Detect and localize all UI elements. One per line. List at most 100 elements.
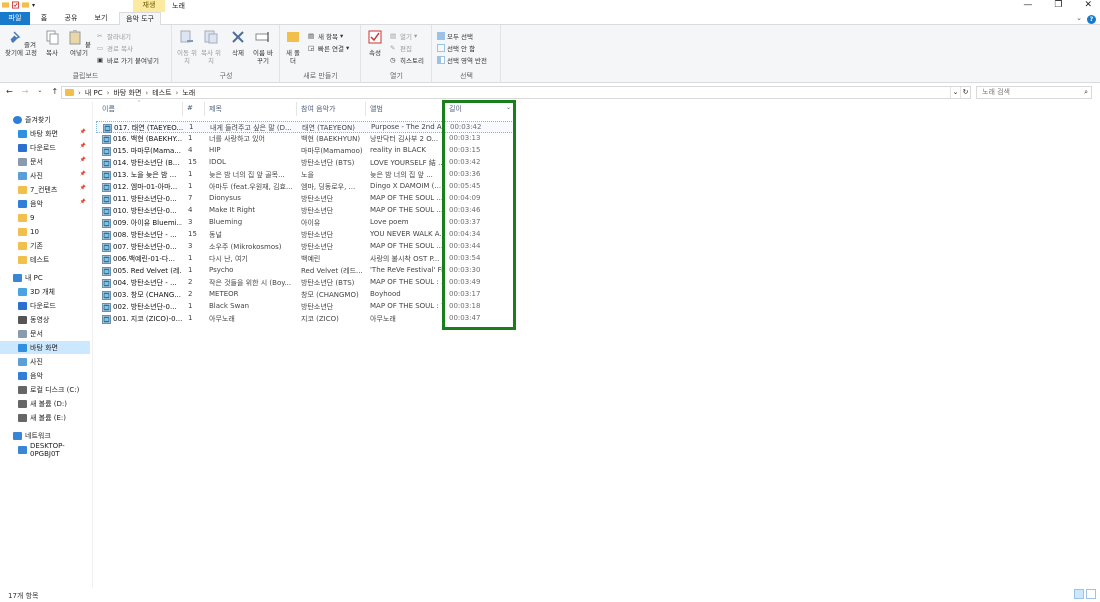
help-icon[interactable]: ? (1087, 15, 1096, 24)
sidebar-item[interactable]: 바탕 화면 📌 (0, 127, 90, 140)
sidebar-item[interactable]: 즐겨찾기 (0, 113, 90, 126)
sidebar-item[interactable]: 7_컨텐츠 📌 (0, 183, 90, 196)
column-divider[interactable] (204, 102, 205, 116)
breadcrumb-desktop[interactable]: 바탕 화면 (113, 88, 141, 98)
column-divider[interactable] (182, 102, 183, 116)
table-row[interactable]: 001. 지코 (ZICO)-0... 1 아무노래 지코 (ZICO) 아무노래 00:… (96, 313, 516, 325)
large-icons-view-icon[interactable] (1086, 589, 1096, 599)
select-none-button[interactable]: 선택 안 함 (437, 43, 475, 53)
recent-chevron-icon[interactable]: ⌄ (37, 87, 42, 96)
tab-file[interactable]: 파일 (0, 12, 30, 25)
sidebar-item[interactable]: 10 (0, 225, 90, 238)
sidebar-item[interactable]: 사진 (0, 355, 90, 368)
properties-icon[interactable] (12, 1, 19, 9)
tab-music-tools[interactable]: 음악 도구 (119, 12, 161, 25)
close-button[interactable]: ✕ (1084, 0, 1092, 11)
column-header-number[interactable]: # (187, 104, 193, 112)
properties-button[interactable]: 속성 (365, 29, 385, 57)
sidebar-item[interactable]: 문서 📌 (0, 155, 90, 168)
open-button[interactable]: ▤ 열기 ▾ (390, 31, 417, 41)
column-divider[interactable] (365, 102, 366, 116)
tab-view[interactable]: 보기 (90, 12, 112, 25)
sidebar-item[interactable]: 로컬 디스크 (C:) (0, 383, 90, 396)
column-divider[interactable] (296, 102, 297, 116)
customize-toolbar-icon[interactable]: ▾ (32, 2, 35, 9)
tab-home[interactable]: 홈 (36, 12, 52, 25)
table-row[interactable]: 017. 태연 (TAEYEO... 1 내게 들려주고 싶은 말 (D... 태연 … (96, 121, 516, 133)
sidebar-item[interactable]: 바탕 화면 (0, 341, 90, 354)
maximize-button[interactable]: ❐ (1054, 0, 1062, 11)
column-header-length[interactable]: 길이 (449, 104, 462, 114)
forward-arrow-icon[interactable]: → (22, 87, 29, 96)
sidebar-item[interactable]: 테스트 (0, 253, 90, 266)
table-row[interactable]: 008. 방탄소년단 - ... 15 동널 방탄소년단 YOU NEVER WALK … (96, 229, 516, 241)
copy-path-button[interactable]: ▭ 경로 복사 (97, 43, 133, 53)
table-row[interactable]: 015. 마마무(Mama... 4 HIP 마마무(Mamamoo) reality … (96, 145, 516, 157)
up-arrow-icon[interactable]: ↑ (51, 87, 58, 96)
move-to-button[interactable]: 이동 위치 (176, 29, 198, 65)
rename-button[interactable]: 이름 바꾸기 (251, 29, 275, 65)
details-view-icon[interactable] (1074, 589, 1084, 599)
breadcrumb-test[interactable]: 테스트 (152, 88, 171, 98)
table-row[interactable]: 010. 방탄소년단-0... 4 Make It Right 방탄소년단 MAP OF… (96, 205, 516, 217)
minimize-button[interactable]: — (1023, 0, 1032, 11)
history-button[interactable]: ◷ 히스토리 (390, 55, 424, 65)
table-row[interactable]: 013. 노을 늦은 밤 ... 1 늦은 밤 너의 집 앞 골목... 노을 늦은 밤… (96, 169, 516, 181)
sidebar-item[interactable]: 3D 개체 (0, 285, 90, 298)
sidebar-item[interactable]: 내 PC (0, 271, 90, 284)
column-dropdown-icon[interactable]: ⌄ (506, 104, 511, 111)
address-bar[interactable]: › 내 PC › 바탕 화면 › 테스트 › 노래 ⌄ ↻ (61, 86, 971, 99)
pane-divider[interactable] (92, 102, 93, 588)
sidebar-item[interactable]: 음악 📌 (0, 197, 90, 210)
table-row[interactable]: 012. 엠마-01-아마... 1 아마두 (feat.우원재, 김효... 엠마,… (96, 181, 516, 193)
sidebar-item[interactable]: 다운로드 (0, 299, 90, 312)
back-arrow-icon[interactable]: ← (6, 87, 13, 96)
ribbon-expand-icon[interactable]: ⌄ (1076, 14, 1082, 22)
copy-button[interactable]: 복사 (42, 29, 62, 57)
table-row[interactable]: 002. 방탄소년단-0... 1 Black Swan 방탄소년단 MAP OF TH… (96, 301, 516, 313)
sidebar-item[interactable]: DESKTOP-0PGBJ0T (0, 442, 90, 458)
sidebar-item[interactable]: 기존 (0, 239, 90, 252)
sidebar-item[interactable]: 네트워크 (0, 429, 90, 442)
table-row[interactable]: 004. 방탄소년단 - ... 2 작은 것들을 위한 시 (Boy... 방탄소년… (96, 277, 516, 289)
table-row[interactable]: 005. Red Velvet (레... 1 Psycho Red Velvet (… (96, 265, 516, 277)
column-header-title[interactable]: 제목 (209, 104, 222, 114)
new-folder-icon[interactable] (22, 1, 29, 9)
sidebar-item[interactable]: 문서 (0, 327, 90, 340)
table-row[interactable]: 006.백예린-01-다... 1 다시 난, 여기 백예린 사랑의 불시착 OST P… (96, 253, 516, 265)
table-row[interactable]: 007. 방탄소년단-0... 3 소우주 (Mikrokosmos) 방탄소년단 MA… (96, 241, 516, 253)
refresh-icon[interactable]: ↻ (960, 87, 970, 98)
easy-access-button[interactable]: ◲ 빠른 연결 ▾ (308, 43, 349, 53)
tab-share[interactable]: 공유 (60, 12, 82, 25)
sidebar-item[interactable]: 9 (0, 211, 90, 224)
copy-to-button[interactable]: 복사 위치 (200, 29, 222, 65)
new-item-button[interactable]: ▤ 새 항목 ▾ (308, 31, 343, 41)
column-header-name[interactable]: 이름 (102, 104, 115, 114)
invert-selection-button[interactable]: 선택 영역 반전 (437, 55, 487, 65)
cut-button[interactable]: ✂ 잘라내기 (97, 31, 131, 41)
column-header-album[interactable]: 앨범 (370, 104, 383, 114)
breadcrumb-pc[interactable]: 내 PC (85, 88, 103, 98)
pin-quick-access-button[interactable]: 즐겨찾기에 고정 (3, 29, 39, 57)
table-row[interactable]: 014. 방탄소년단 (B... 15 IDOL 방탄소년단 (BTS) LOVE YO… (96, 157, 516, 169)
sidebar-item[interactable]: 새 볼륨 (D:) (0, 397, 90, 410)
paste-button[interactable]: 붙여넣기 (64, 29, 94, 57)
breadcrumb-songs[interactable]: 노래 (182, 88, 195, 98)
paste-shortcut-button[interactable]: ▣ 바로 가기 붙여넣기 (97, 55, 159, 65)
select-all-button[interactable]: 모두 선택 (437, 31, 473, 41)
column-header-artist[interactable]: 참여 음악가 (301, 104, 335, 114)
table-row[interactable]: 003. 창모 (CHANG... 2 METEOR 창모 (CHANGMO) Boyh… (96, 289, 516, 301)
address-dropdown-icon[interactable]: ⌄ (950, 87, 960, 98)
column-divider[interactable] (443, 102, 444, 116)
edit-button[interactable]: ✎ 편집 (390, 43, 412, 53)
sidebar-item[interactable]: 동영상 (0, 313, 90, 326)
new-folder-button[interactable]: 새 폴더 (284, 29, 302, 65)
search-input[interactable]: 노래 검색 ⌕ (976, 86, 1092, 99)
sidebar-item[interactable]: 사진 📌 (0, 169, 90, 182)
sidebar-item[interactable]: 음악 (0, 369, 90, 382)
table-row[interactable]: 009. 아이유 Bluemi... 3 Blueming 아이유 Love poem 0… (96, 217, 516, 229)
sidebar-item[interactable]: 새 볼륨 (E:) (0, 411, 90, 424)
table-row[interactable]: 016. 백현 (BAEKHY... 1 너를 사랑하고 있어 백현 (BAEKHYU… (96, 133, 516, 145)
sidebar-item[interactable]: 다운로드 📌 (0, 141, 90, 154)
table-row[interactable]: 011. 방탄소년단-0... 7 Dionysus 방탄소년단 MAP OF THE … (96, 193, 516, 205)
